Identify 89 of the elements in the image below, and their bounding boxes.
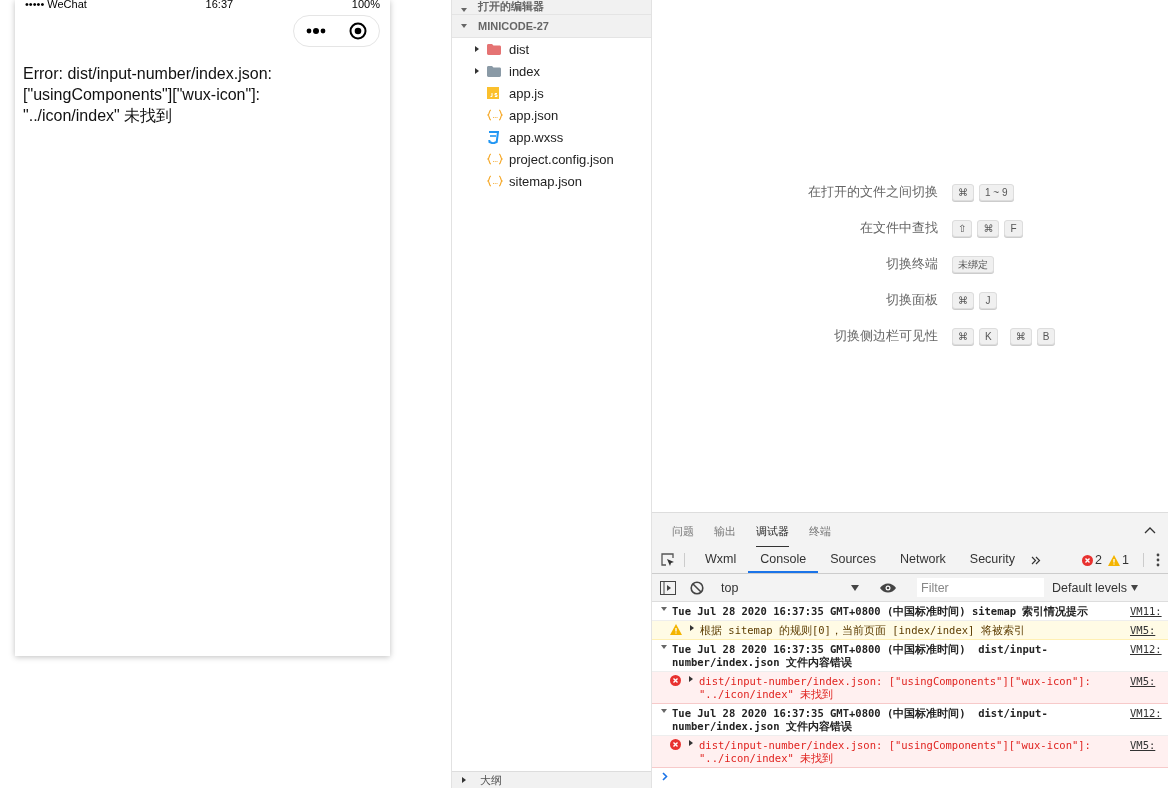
- caret-icon[interactable]: [460, 776, 468, 784]
- panel-tab[interactable]: 终端: [809, 513, 831, 547]
- prompt-icon[interactable]: [662, 772, 668, 781]
- carrier-text: ••••• WeChat: [25, 0, 87, 8]
- shortcut-label: 切换侧边栏可见性: [833, 327, 938, 345]
- inspect-icon[interactable]: [660, 552, 676, 568]
- file-tree-item[interactable]: project.config.json: [452, 148, 651, 170]
- log-message: Tue Jul 28 2020 16:37:35 GMT+0800 (中国标准时间) dist/input-number/index.json 文件内容错误: [672, 707, 1049, 733]
- caret-icon[interactable]: [473, 67, 481, 75]
- devtools-tab[interactable]: Network: [888, 547, 958, 573]
- js-file-icon: [487, 87, 499, 99]
- file-tree-item[interactable]: dist: [452, 38, 651, 60]
- warning-icon: [670, 624, 682, 635]
- error-icon: [670, 675, 681, 686]
- shortcut-label: 切换终端: [885, 255, 938, 273]
- sidebar-toggle-icon[interactable]: [660, 580, 676, 595]
- caret-icon[interactable]: [660, 643, 668, 651]
- braces-icon: [487, 153, 503, 165]
- braces-icon: [487, 109, 503, 121]
- clear-console-icon[interactable]: [690, 580, 704, 595]
- dropdown-icon[interactable]: [1131, 584, 1139, 591]
- error-icon: [670, 739, 681, 750]
- close-icon[interactable]: [349, 22, 368, 40]
- panel-tab[interactable]: 输出: [714, 513, 736, 547]
- file-tree-item[interactable]: app.js: [452, 82, 651, 104]
- devtools-tab[interactable]: Security: [957, 547, 1027, 573]
- css-file-icon: [487, 130, 499, 144]
- log-message: dist/input-number/index.json: ["usingComponents"]["wux-icon"]: "../icon/index" 未找到: [699, 739, 1092, 765]
- error-message: Error: dist/input-number/index.json: ["usingComponents"]["wux-icon"]: "../icon/index" 未找到: [22, 64, 273, 126]
- folder-icon: [487, 43, 501, 55]
- eye-icon[interactable]: [880, 582, 896, 593]
- caret-icon[interactable]: [473, 45, 481, 53]
- levels-dropdown[interactable]: Default levels: [1052, 580, 1138, 595]
- source-link[interactable]: VM11:: [1130, 605, 1168, 618]
- error-icon: [1082, 554, 1094, 566]
- shortcut-label: 切换面板: [885, 291, 938, 309]
- file-tree-item[interactable]: sitemap.json: [452, 170, 651, 192]
- key-cap: B: [1036, 327, 1056, 345]
- file-tree-item[interactable]: app.json: [452, 104, 651, 126]
- file-tree-item[interactable]: index: [452, 60, 651, 82]
- log-message: dist/input-number/index.json: ["usingComponents"]["wux-icon"]: "../icon/index" 未找到: [699, 675, 1092, 701]
- log-message: Tue Jul 28 2020 16:37:35 GMT+0800 (中国标准时间) sitemap 索引情况提示: [672, 605, 1090, 618]
- status-time: 16:37: [205, 0, 234, 8]
- file-tree-item[interactable]: app.wxss: [452, 126, 651, 148]
- filter-input[interactable]: Filter: [917, 578, 1044, 597]
- section-header[interactable]: 打开的编辑器: [452, 0, 651, 15]
- log-message: 根据 sitemap 的规则[0]，当前页面 [index/index] 将被索引: [700, 624, 1026, 637]
- battery-text: 100%: [351, 0, 380, 8]
- source-link[interactable]: VM5:: [1130, 675, 1168, 688]
- section-header[interactable]: MINICODE-27: [452, 15, 651, 38]
- key-cap: ⌘: [952, 291, 974, 309]
- context-select[interactable]: top: [721, 580, 851, 595]
- shortcut-label: 在打开的文件之间切换: [807, 183, 938, 201]
- key-cap: J: [979, 291, 997, 309]
- source-link[interactable]: VM5:: [1130, 739, 1168, 752]
- key-cap: ⌘: [952, 183, 974, 201]
- braces-icon: [487, 175, 503, 187]
- source-link[interactable]: VM12:: [1130, 643, 1168, 656]
- key-cap: ⌘: [977, 219, 1000, 237]
- log-message: Tue Jul 28 2020 16:37:35 GMT+0800 (中国标准时间) dist/input-number/index.json 文件内容错误: [672, 643, 1049, 669]
- key-cap: K: [979, 327, 998, 345]
- key-cap: 1 ~ 9: [979, 183, 1014, 201]
- panel-tab[interactable]: 调试器: [756, 513, 789, 547]
- panel-tab[interactable]: 问题: [672, 513, 694, 547]
- chevron-up-icon[interactable]: [1144, 526, 1156, 534]
- key-cap: ⌘: [1009, 327, 1032, 345]
- more-icon[interactable]: [305, 28, 326, 34]
- folder-icon: [487, 65, 501, 77]
- source-link[interactable]: VM5:: [1130, 624, 1168, 637]
- devtools-tab[interactable]: Sources: [818, 547, 888, 573]
- caret-icon[interactable]: [660, 707, 668, 715]
- caret-icon[interactable]: [687, 675, 695, 683]
- warning-count: 1: [1122, 553, 1129, 567]
- dropdown-icon[interactable]: [851, 584, 859, 591]
- caret-icon[interactable]: [660, 605, 668, 613]
- source-link[interactable]: VM12:: [1130, 707, 1168, 720]
- caret-icon[interactable]: [688, 624, 696, 632]
- devtools-tab[interactable]: Wxml: [693, 547, 749, 573]
- shortcut-label: 在文件中查找: [859, 219, 938, 237]
- key-cap: 未绑定: [952, 255, 994, 273]
- more-tabs-icon[interactable]: [1031, 555, 1041, 565]
- error-count: 2: [1095, 553, 1103, 567]
- key-cap: F: [1004, 219, 1023, 237]
- warning-icon: [1108, 554, 1121, 566]
- key-cap: ⌘: [952, 327, 974, 345]
- kebab-menu-icon[interactable]: [1156, 553, 1160, 567]
- key-cap: ⇧: [952, 219, 973, 237]
- outline-header[interactable]: 大纲: [452, 771, 651, 788]
- caret-icon[interactable]: [687, 739, 695, 747]
